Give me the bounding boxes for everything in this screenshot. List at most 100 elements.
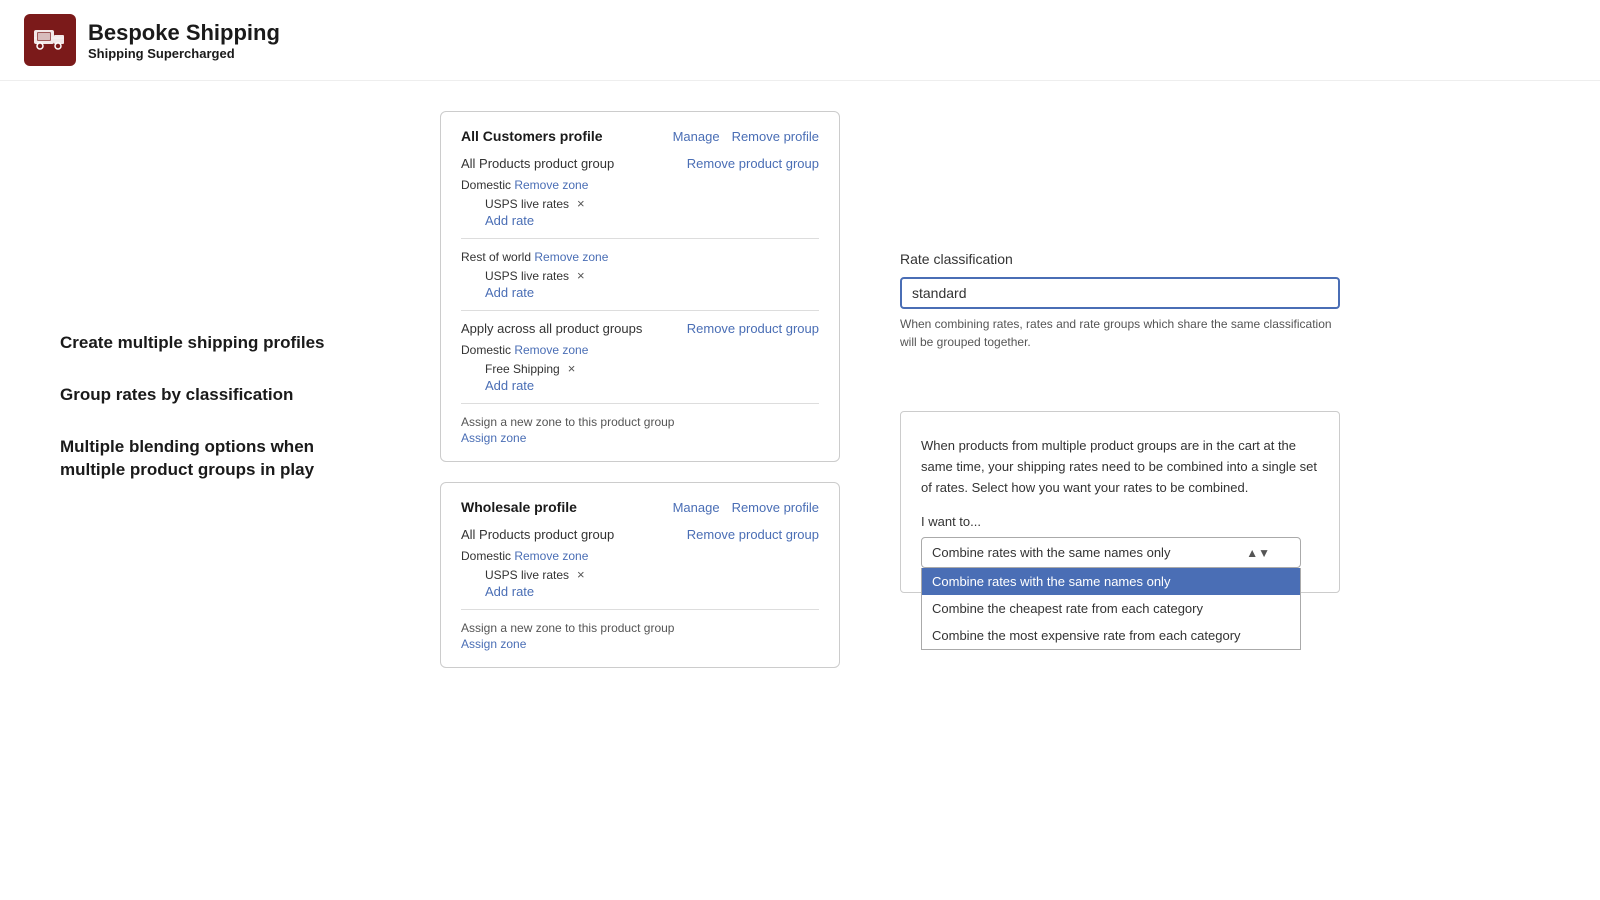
all-customers-profile-header: All Customers profile Manage Remove prof…: [461, 128, 819, 144]
all-products-group: All Products product group Remove produc…: [461, 156, 819, 300]
usps-rate-item-2: USPS live rates ×: [485, 268, 819, 283]
wholesale-profile-title: Wholesale profile: [461, 499, 577, 515]
all-products-group-header: All Products product group Remove produc…: [461, 156, 819, 171]
divider-1: [461, 238, 819, 239]
all-customers-manage-link[interactable]: Manage: [673, 129, 720, 144]
free-shipping-remove[interactable]: ×: [568, 361, 576, 376]
logo-subtitle-bold: Supercharged: [147, 46, 234, 61]
wholesale-add-rate-link[interactable]: Add rate: [485, 584, 534, 599]
usps-rate-remove-1[interactable]: ×: [577, 196, 585, 211]
all-customers-profile-actions: Manage Remove profile: [673, 129, 819, 144]
feature-list: Create multiple shipping profiles Group …: [0, 111, 420, 688]
domestic-zone-label-2: Domestic Remove zone: [461, 343, 588, 357]
all-customers-profile-title: All Customers profile: [461, 128, 603, 144]
all-customers-remove-profile-link[interactable]: Remove profile: [732, 129, 819, 144]
wholesale-profile-header: Wholesale profile Manage Remove profile: [461, 499, 819, 515]
assign-zone-desc-2: Assign a new zone to this product group: [461, 621, 674, 635]
feature-item-3: Multiple blending options when multiple …: [60, 435, 360, 483]
wholesale-all-products-group: All Products product group Remove produc…: [461, 527, 819, 599]
wholesale-all-products-title: All Products product group: [461, 527, 614, 542]
main-content: Create multiple shipping profiles Group …: [0, 81, 1600, 718]
assign-zone-desc-1: Assign a new zone to this product group: [461, 415, 674, 429]
domestic-rate-list-2: Free Shipping × Add rate: [461, 361, 819, 393]
rate-classification-helper: When combining rates, rates and rate gro…: [900, 315, 1340, 351]
right-panel: Rate classification When combining rates…: [860, 111, 1380, 688]
wholesale-profile-actions: Manage Remove profile: [673, 500, 819, 515]
rest-of-world-zone: Rest of world Remove zone USPS live rate…: [461, 249, 819, 300]
combine-rates-selected-value: Combine rates with the same names only: [932, 545, 1246, 560]
all-products-remove-group-link[interactable]: Remove product group: [687, 156, 819, 171]
domestic-zone-label-1: Domestic Remove zone: [461, 178, 588, 192]
divider-2: [461, 310, 819, 311]
add-rate-link-1[interactable]: Add rate: [485, 213, 534, 228]
add-rate-link-3[interactable]: Add rate: [485, 378, 534, 393]
usps-rate-label-2: USPS live rates: [485, 269, 569, 283]
domestic-zone-1: Domestic Remove zone USPS live rates × A…: [461, 177, 819, 228]
rate-classification-title: Rate classification: [900, 251, 1340, 267]
rate-classification-input[interactable]: [900, 277, 1340, 309]
add-rate-link-2[interactable]: Add rate: [485, 285, 534, 300]
shipping-profiles-panel: All Customers profile Manage Remove prof…: [420, 111, 860, 688]
usps-rate-remove-2[interactable]: ×: [577, 268, 585, 283]
wholesale-all-products-group-header: All Products product group Remove produc…: [461, 527, 819, 542]
rest-of-world-remove-zone-link[interactable]: Remove zone: [534, 250, 608, 264]
combine-rates-dropdown: Combine rates with the same names only C…: [921, 568, 1301, 650]
logo-icon: [24, 14, 76, 66]
wholesale-domestic-zone: Domestic Remove zone USPS live rates × A…: [461, 548, 819, 599]
apply-across-group: Apply across all product groups Remove p…: [461, 321, 819, 445]
app-header: Bespoke Shipping Shipping Supercharged: [0, 0, 1600, 81]
add-rate-item-3: Add rate: [485, 378, 819, 393]
domestic-remove-zone-link-1[interactable]: Remove zone: [514, 178, 588, 192]
usps-rate-label-1: USPS live rates: [485, 197, 569, 211]
assign-zone-section-1: Assign a new zone to this product group …: [461, 414, 819, 445]
wholesale-remove-group-link[interactable]: Remove product group: [687, 527, 819, 542]
rest-of-world-rate-list: USPS live rates × Add rate: [461, 268, 819, 300]
wholesale-domestic-zone-label: Domestic Remove zone: [461, 549, 588, 563]
logo-title: Bespoke Shipping: [88, 20, 280, 46]
wholesale-add-rate-item: Add rate: [485, 584, 819, 599]
add-rate-item-1: Add rate: [485, 213, 819, 228]
wholesale-domestic-rate-list: USPS live rates × Add rate: [461, 567, 819, 599]
dropdown-item-most-expensive[interactable]: Combine the most expensive rate from eac…: [922, 622, 1300, 649]
feature-item-1: Create multiple shipping profiles: [60, 331, 360, 355]
rest-of-world-zone-label: Rest of world Remove zone: [461, 250, 608, 264]
i-want-label: I want to...: [921, 514, 1319, 529]
assign-zone-link-1[interactable]: Assign zone: [461, 431, 819, 445]
wholesale-divider: [461, 609, 819, 610]
wholesale-usps-rate-item: USPS live rates ×: [485, 567, 819, 582]
all-customers-profile-card: All Customers profile Manage Remove prof…: [440, 111, 840, 462]
combine-rates-section: When products from multiple product grou…: [900, 411, 1340, 593]
wholesale-usps-rate-remove[interactable]: ×: [577, 567, 585, 582]
apply-across-group-header: Apply across all product groups Remove p…: [461, 321, 819, 336]
feature-item-2: Group rates by classification: [60, 383, 360, 407]
wholesale-usps-rate-label: USPS live rates: [485, 568, 569, 582]
wholesale-domestic-remove-zone-link[interactable]: Remove zone: [514, 549, 588, 563]
free-shipping-item: Free Shipping ×: [485, 361, 819, 376]
wholesale-profile-card: Wholesale profile Manage Remove profile …: [440, 482, 840, 668]
wholesale-manage-link[interactable]: Manage: [673, 500, 720, 515]
all-products-group-title: All Products product group: [461, 156, 614, 171]
combine-rates-desc: When products from multiple product grou…: [921, 436, 1319, 498]
apply-across-group-title: Apply across all product groups: [461, 321, 642, 336]
logo-text: Bespoke Shipping Shipping Supercharged: [88, 20, 280, 61]
wholesale-remove-profile-link[interactable]: Remove profile: [732, 500, 819, 515]
dropdown-item-cheapest[interactable]: Combine the cheapest rate from each cate…: [922, 595, 1300, 622]
logo: Bespoke Shipping Shipping Supercharged: [24, 14, 280, 66]
combine-rates-select[interactable]: Combine rates with the same names only ▲…: [921, 537, 1301, 568]
combine-rates-select-wrapper: Combine rates with the same names only ▲…: [921, 537, 1319, 568]
domestic-zone-2: Domestic Remove zone Free Shipping × Add…: [461, 342, 819, 393]
domestic-remove-zone-link-2[interactable]: Remove zone: [514, 343, 588, 357]
assign-zone-section-2: Assign a new zone to this product group …: [461, 620, 819, 651]
logo-subtitle: Shipping Supercharged: [88, 46, 280, 61]
divider-3: [461, 403, 819, 404]
apply-across-remove-group-link[interactable]: Remove product group: [687, 321, 819, 336]
dropdown-item-same-names[interactable]: Combine rates with the same names only: [922, 568, 1300, 595]
domestic-rate-list-1: USPS live rates × Add rate: [461, 196, 819, 228]
usps-rate-item-1: USPS live rates ×: [485, 196, 819, 211]
rate-classification-section: Rate classification When combining rates…: [900, 251, 1340, 351]
assign-zone-link-2[interactable]: Assign zone: [461, 637, 819, 651]
free-shipping-label: Free Shipping: [485, 362, 560, 376]
add-rate-item-2: Add rate: [485, 285, 819, 300]
select-arrow-icon: ▲▼: [1246, 546, 1270, 560]
logo-subtitle-normal: Shipping: [88, 46, 147, 61]
